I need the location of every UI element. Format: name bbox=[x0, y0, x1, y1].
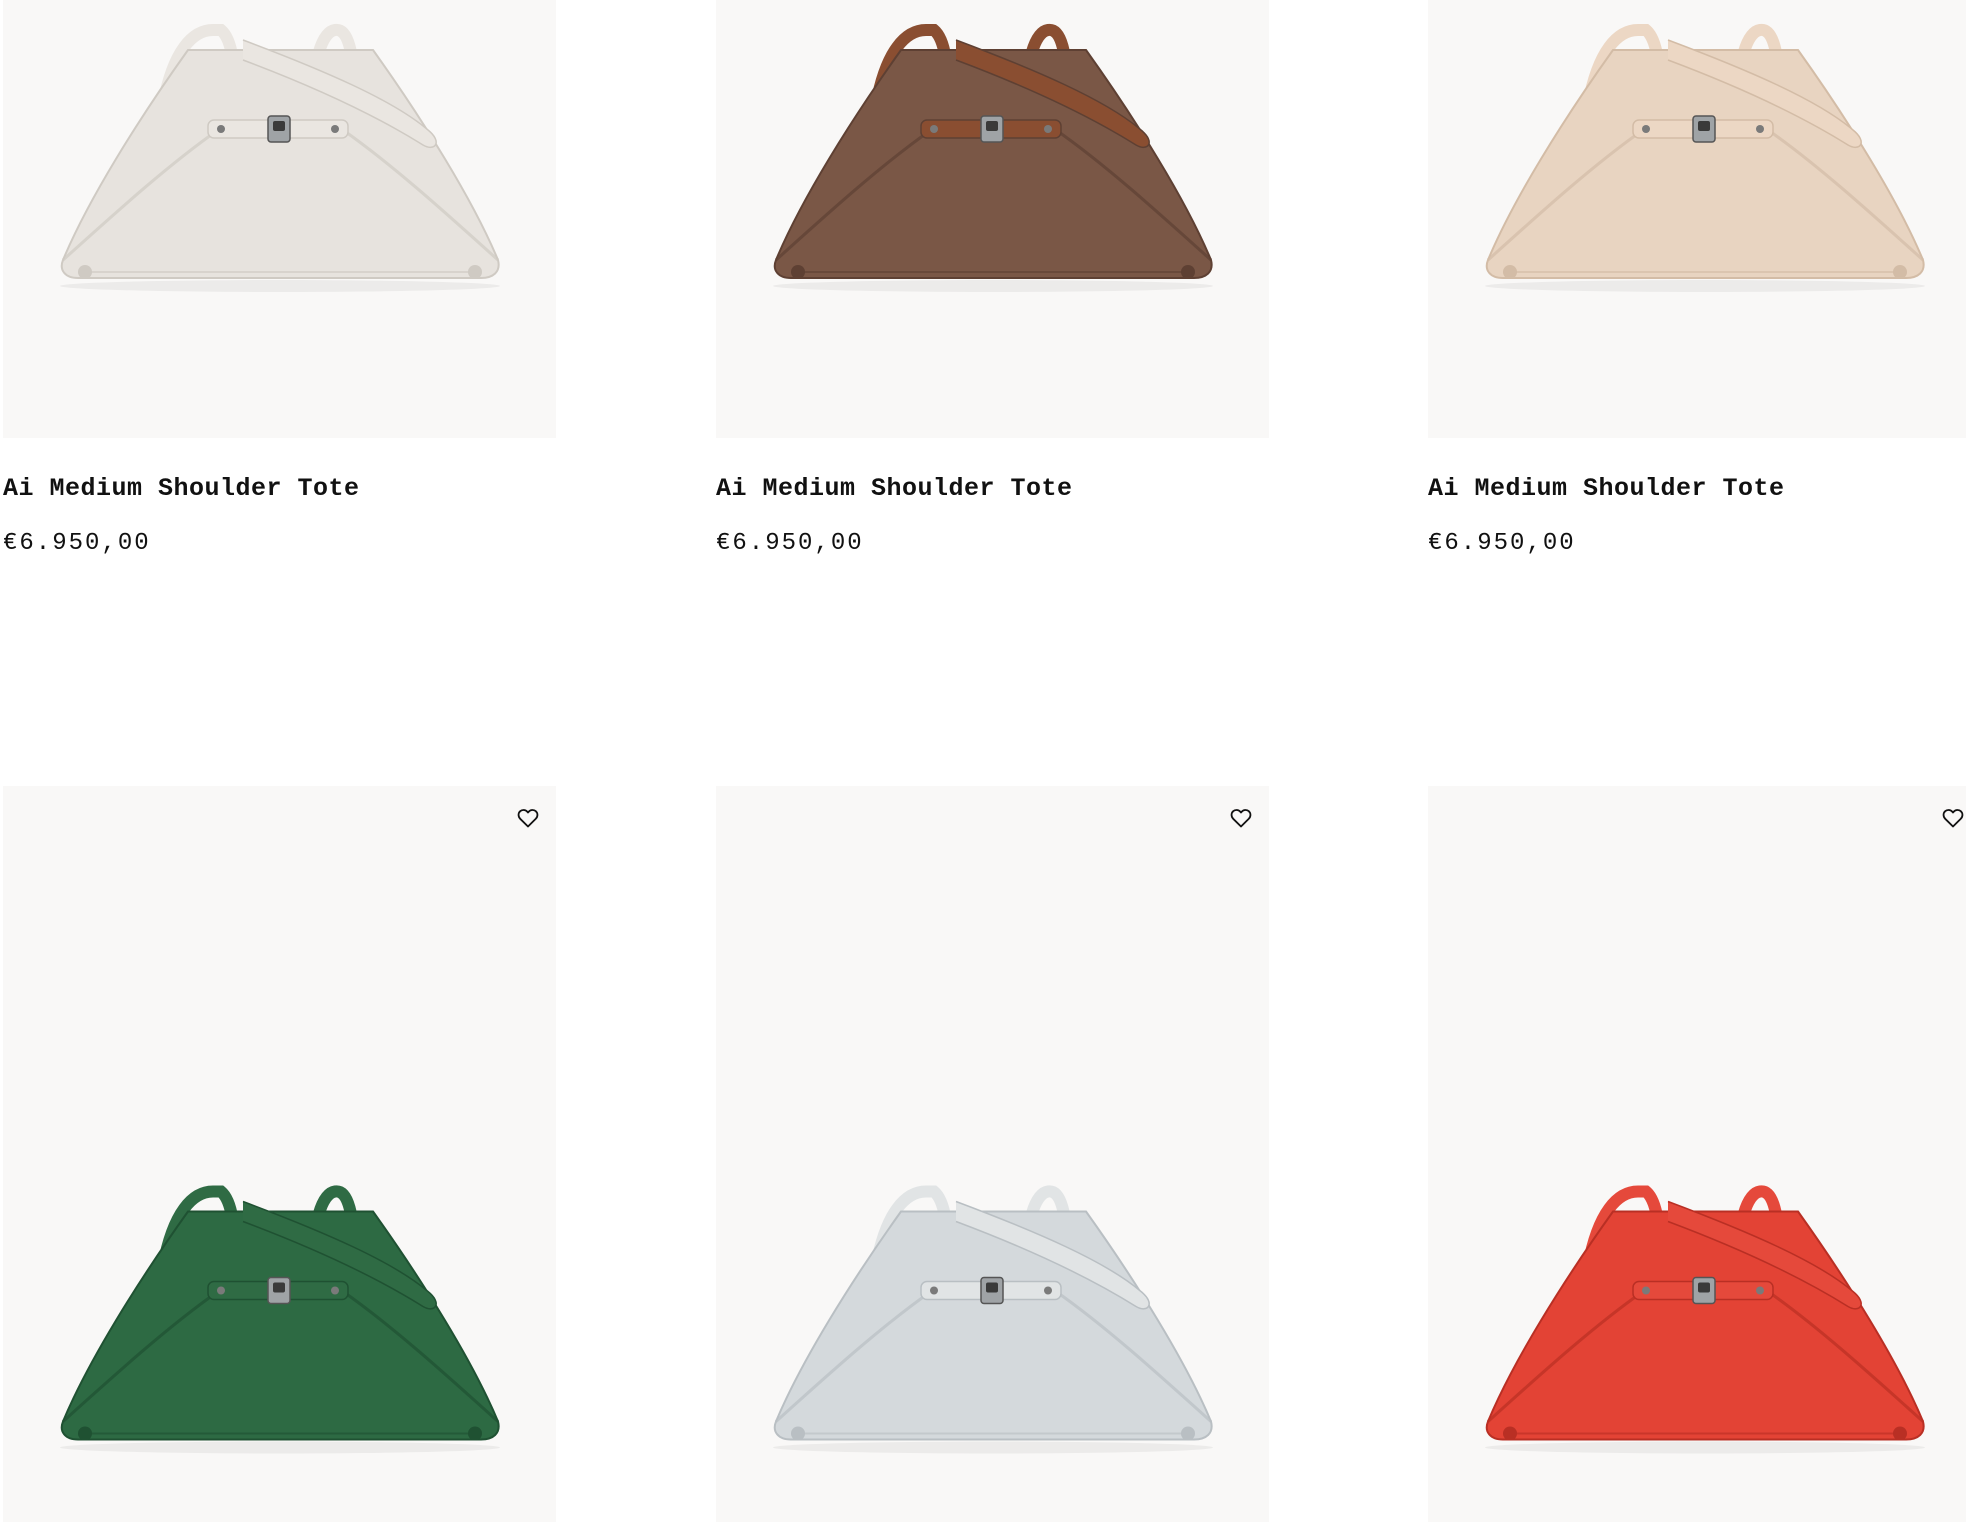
add-to-wishlist-button[interactable] bbox=[514, 804, 542, 832]
product-card[interactable]: Ai Medium Shoulder Tote €6.950,00 bbox=[1428, 0, 1966, 558]
product-card[interactable] bbox=[1428, 786, 1966, 1522]
product-card[interactable]: Ai Medium Shoulder Tote €6.950,00 bbox=[3, 0, 556, 558]
product-card[interactable]: Ai Medium Shoulder Tote €6.950,00 bbox=[716, 0, 1269, 558]
bag-illustration bbox=[773, 24, 1213, 292]
heart-outline-icon bbox=[1942, 809, 1964, 828]
bag-illustration bbox=[60, 1185, 500, 1454]
product-image[interactable] bbox=[3, 786, 556, 1522]
product-price: €6.950,00 bbox=[716, 530, 864, 557]
bag-illustration bbox=[60, 24, 500, 292]
product-name[interactable]: Ai Medium Shoulder Tote bbox=[1428, 474, 1966, 504]
product-card[interactable] bbox=[716, 786, 1269, 1522]
bag-illustration bbox=[1485, 24, 1925, 292]
heart-outline-icon bbox=[517, 809, 539, 828]
product-price: €6.950,00 bbox=[1428, 530, 1576, 557]
product-image[interactable] bbox=[1428, 0, 1966, 438]
product-image[interactable] bbox=[1428, 786, 1966, 1522]
add-to-wishlist-button[interactable] bbox=[1939, 804, 1966, 832]
product-card[interactable] bbox=[3, 786, 556, 1522]
product-name[interactable]: Ai Medium Shoulder Tote bbox=[716, 474, 1269, 504]
product-price: €6.950,00 bbox=[3, 530, 151, 557]
product-image[interactable] bbox=[716, 786, 1269, 1522]
product-image[interactable] bbox=[716, 0, 1269, 438]
heart-outline-icon bbox=[1230, 809, 1252, 828]
add-to-wishlist-button[interactable] bbox=[1227, 804, 1255, 832]
bag-illustration bbox=[773, 1185, 1213, 1454]
product-name[interactable]: Ai Medium Shoulder Tote bbox=[3, 474, 556, 504]
bag-illustration bbox=[1485, 1185, 1925, 1454]
product-image[interactable] bbox=[3, 0, 556, 438]
